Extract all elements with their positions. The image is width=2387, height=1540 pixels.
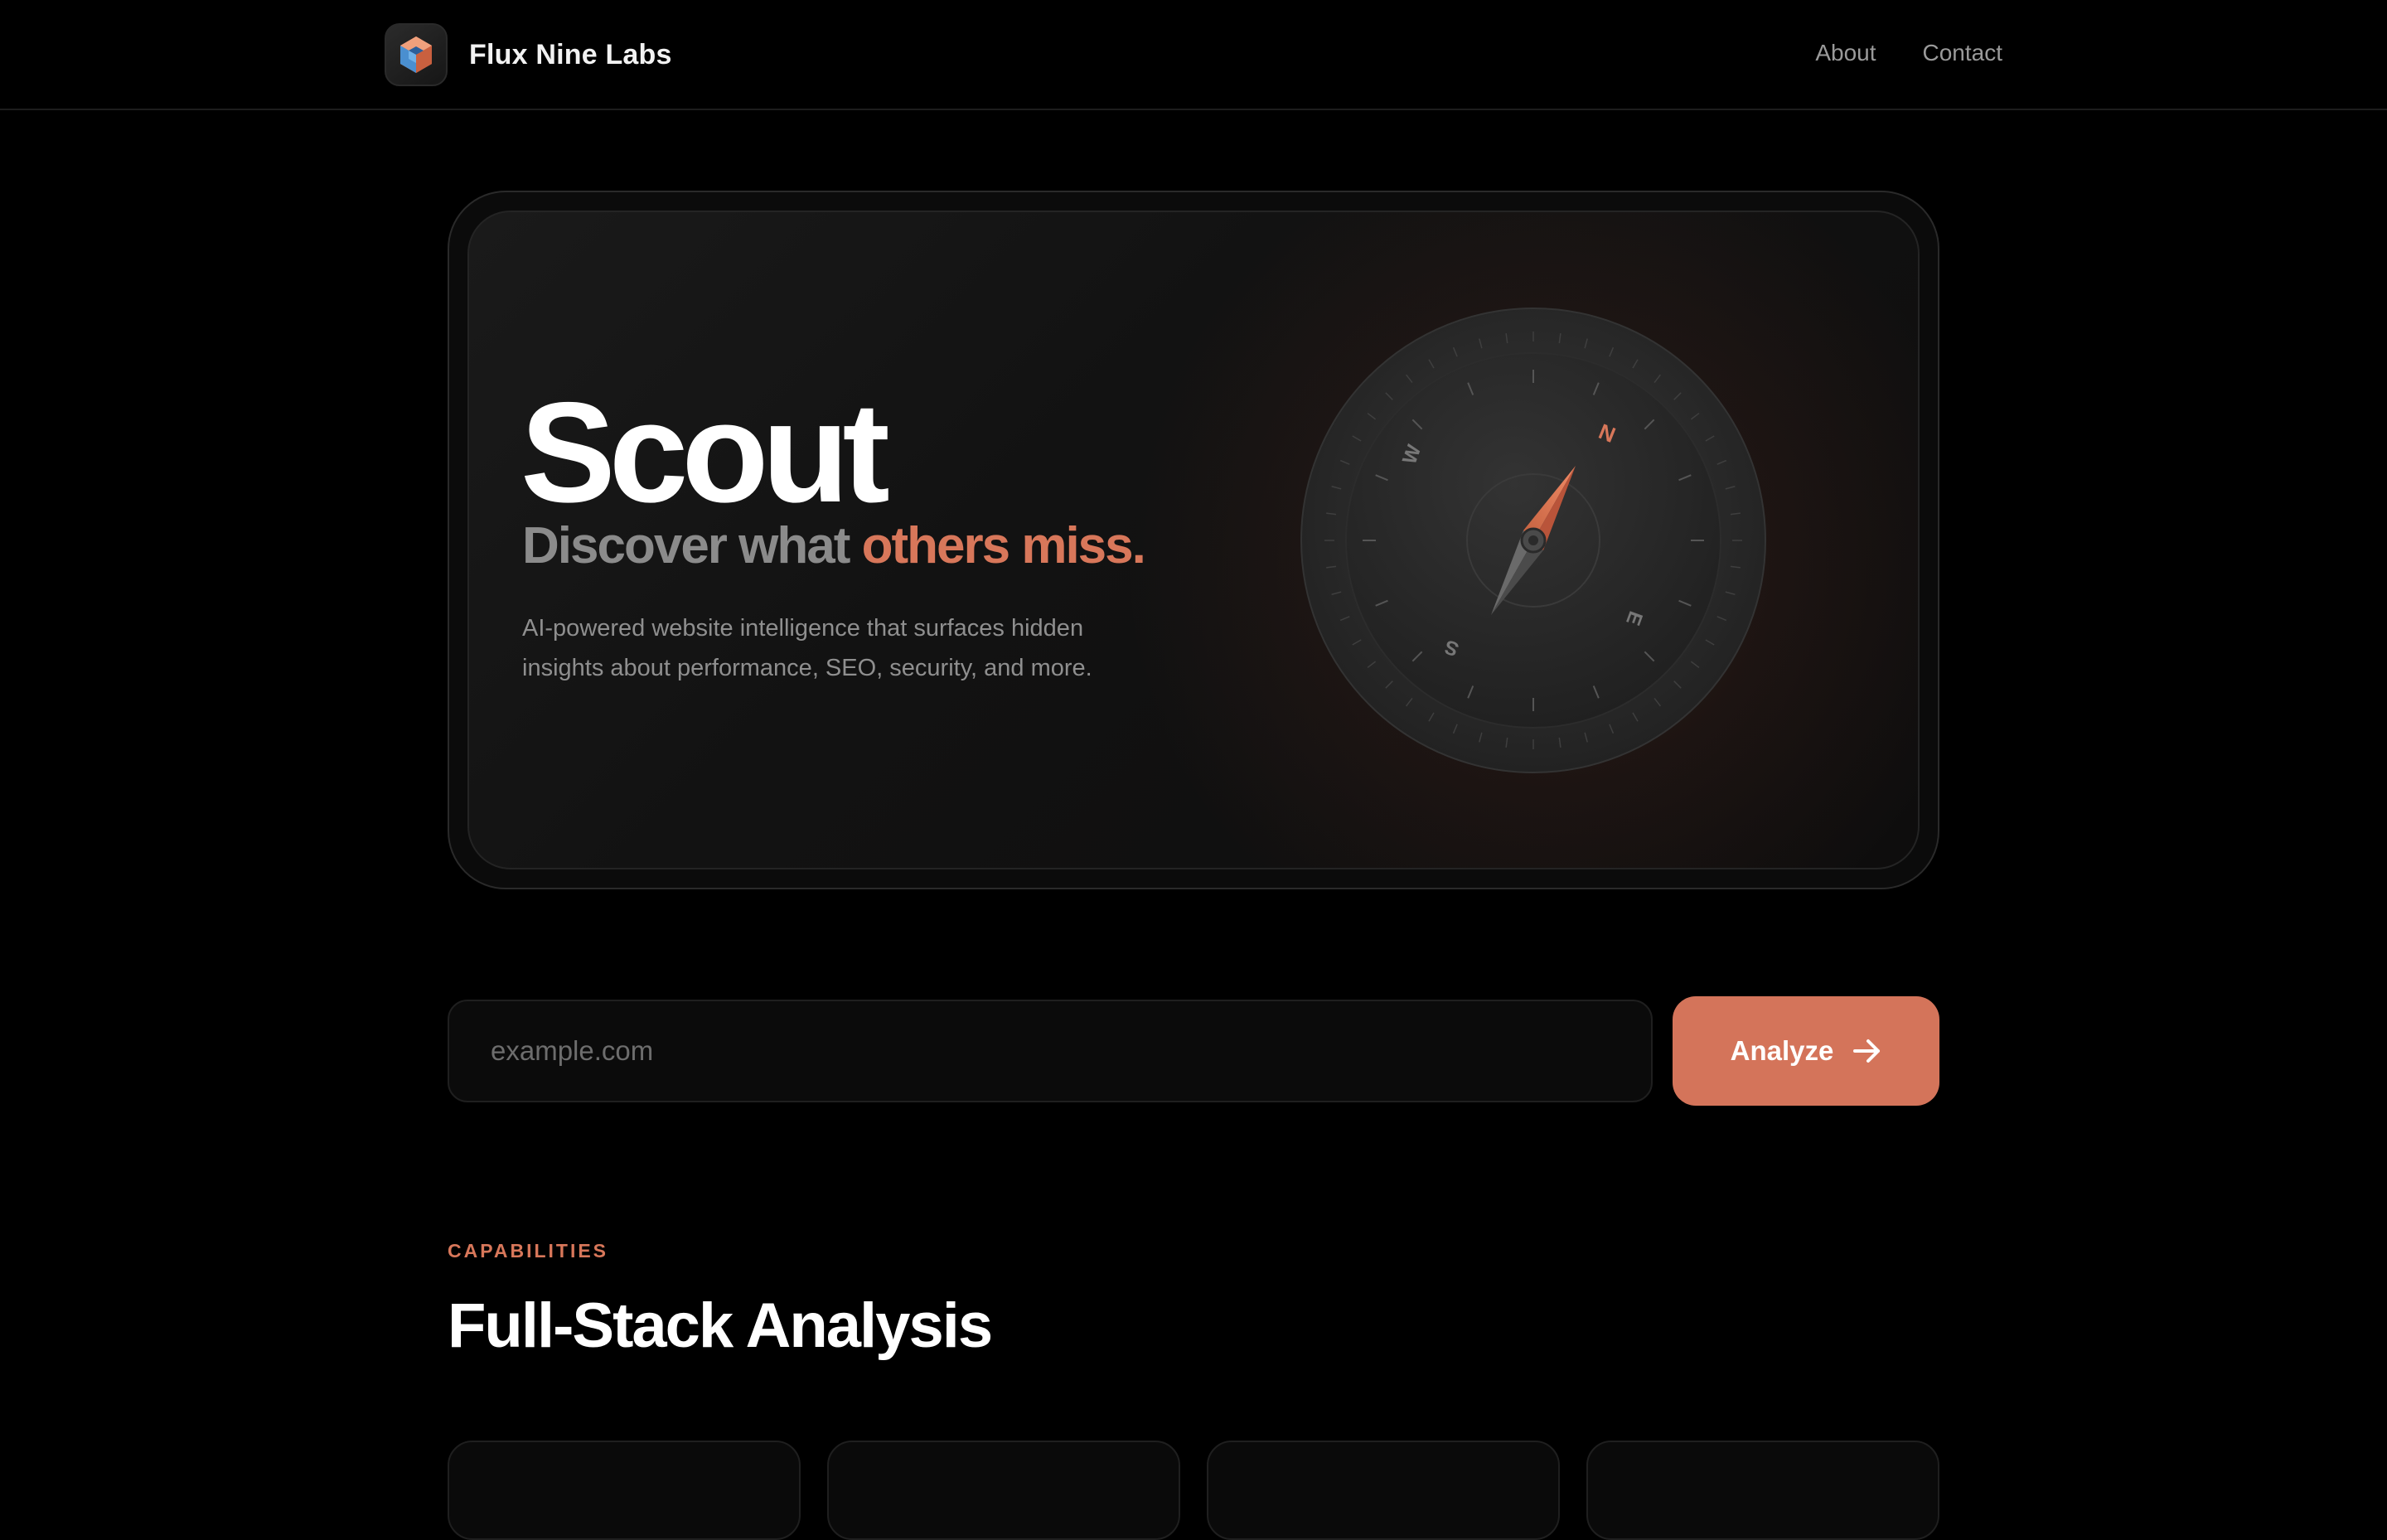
- capabilities-title: Full-Stack Analysis: [448, 1291, 993, 1361]
- top-navbar: Flux Nine Labs About Contact: [0, 0, 2387, 110]
- url-search-field[interactable]: [448, 1000, 1653, 1102]
- analyze-button[interactable]: Analyze: [1673, 996, 1939, 1106]
- hero-subtitle-lead: Discover what: [522, 517, 862, 574]
- capability-card[interactable]: [827, 1441, 1180, 1540]
- hero-subtitle-accent: others miss.: [861, 517, 1146, 574]
- capability-card[interactable]: [1586, 1441, 1939, 1540]
- arrow-right-icon: [1853, 1039, 1881, 1063]
- analyze-button-label: Analyze: [1730, 1035, 1834, 1066]
- nav-links: About Contact: [1815, 40, 2002, 66]
- hero-title: Scout: [520, 373, 890, 532]
- capability-card[interactable]: [448, 1441, 801, 1540]
- url-input[interactable]: [489, 1034, 1651, 1068]
- brand[interactable]: Flux Nine Labs: [385, 23, 672, 86]
- nav-link-about[interactable]: About: [1815, 40, 1876, 66]
- brand-name[interactable]: Flux Nine Labs: [469, 39, 672, 71]
- hero-description: AI-powered website intelligence that sur…: [522, 615, 1092, 681]
- hero-subtitle: Discover what others miss.: [522, 521, 1146, 572]
- compass-icon: N E S W: [1300, 307, 1767, 774]
- nav-link-contact[interactable]: Contact: [1923, 40, 2003, 66]
- capabilities-eyebrow: CAPABILITIES: [448, 1240, 609, 1262]
- capability-card[interactable]: [1207, 1441, 1560, 1540]
- logo-icon[interactable]: [385, 23, 448, 86]
